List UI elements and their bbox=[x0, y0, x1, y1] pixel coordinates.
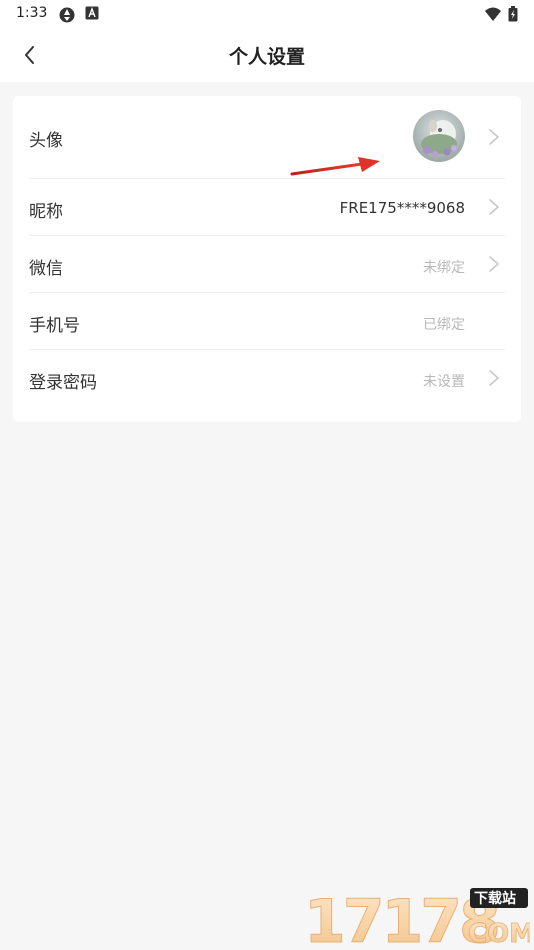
watermark-logo: 17178 下载站 COM bbox=[304, 887, 530, 949]
status-bar: 1:33 bbox=[0, 0, 534, 28]
settings-row-password[interactable]: 登录密码 未设置 bbox=[29, 350, 505, 406]
row-label-password: 登录密码 bbox=[29, 373, 97, 393]
settings-card: 头像 昵称 FRE175****9068 微信 未绑定 手机号 已绑定 登录密码… bbox=[13, 96, 521, 422]
settings-row-nickname[interactable]: 昵称 FRE175****9068 bbox=[29, 179, 505, 235]
row-label-phone: 手机号 bbox=[29, 316, 80, 336]
settings-row-wechat[interactable]: 微信 未绑定 bbox=[29, 236, 505, 292]
page-title: 个人设置 bbox=[228, 46, 305, 68]
row-label-wechat: 微信 bbox=[29, 259, 63, 279]
status-time: 1:33 bbox=[16, 5, 48, 21]
settings-row-avatar[interactable]: 头像 bbox=[29, 96, 505, 178]
svg-text:下载站: 下载站 bbox=[474, 890, 516, 907]
row-value-wechat: 未绑定 bbox=[423, 260, 465, 276]
chevron-right-icon bbox=[489, 256, 499, 272]
chevron-right-icon bbox=[489, 129, 499, 145]
avatar[interactable] bbox=[413, 110, 465, 162]
avatar-image bbox=[413, 110, 465, 162]
annotation-arrow-icon bbox=[290, 157, 380, 176]
chevron-right-icon bbox=[489, 370, 499, 386]
battery-icon bbox=[508, 6, 518, 22]
wifi-icon bbox=[485, 7, 501, 21]
row-label-avatar: 头像 bbox=[29, 131, 63, 151]
row-value-phone: 已绑定 bbox=[423, 317, 465, 333]
row-value-nickname: FRE175****9068 bbox=[339, 199, 465, 217]
settings-row-phone: 手机号 已绑定 bbox=[29, 293, 505, 349]
row-label-nickname: 昵称 bbox=[29, 202, 63, 222]
row-value-password: 未设置 bbox=[423, 374, 465, 390]
status-right-icons bbox=[484, 6, 518, 22]
header-bar: 个人设置 bbox=[0, 28, 534, 82]
a-notification-icon bbox=[85, 6, 99, 20]
chevron-right-icon bbox=[489, 199, 499, 215]
aperture-icon bbox=[59, 7, 75, 23]
svg-text:COM: COM bbox=[468, 919, 530, 948]
